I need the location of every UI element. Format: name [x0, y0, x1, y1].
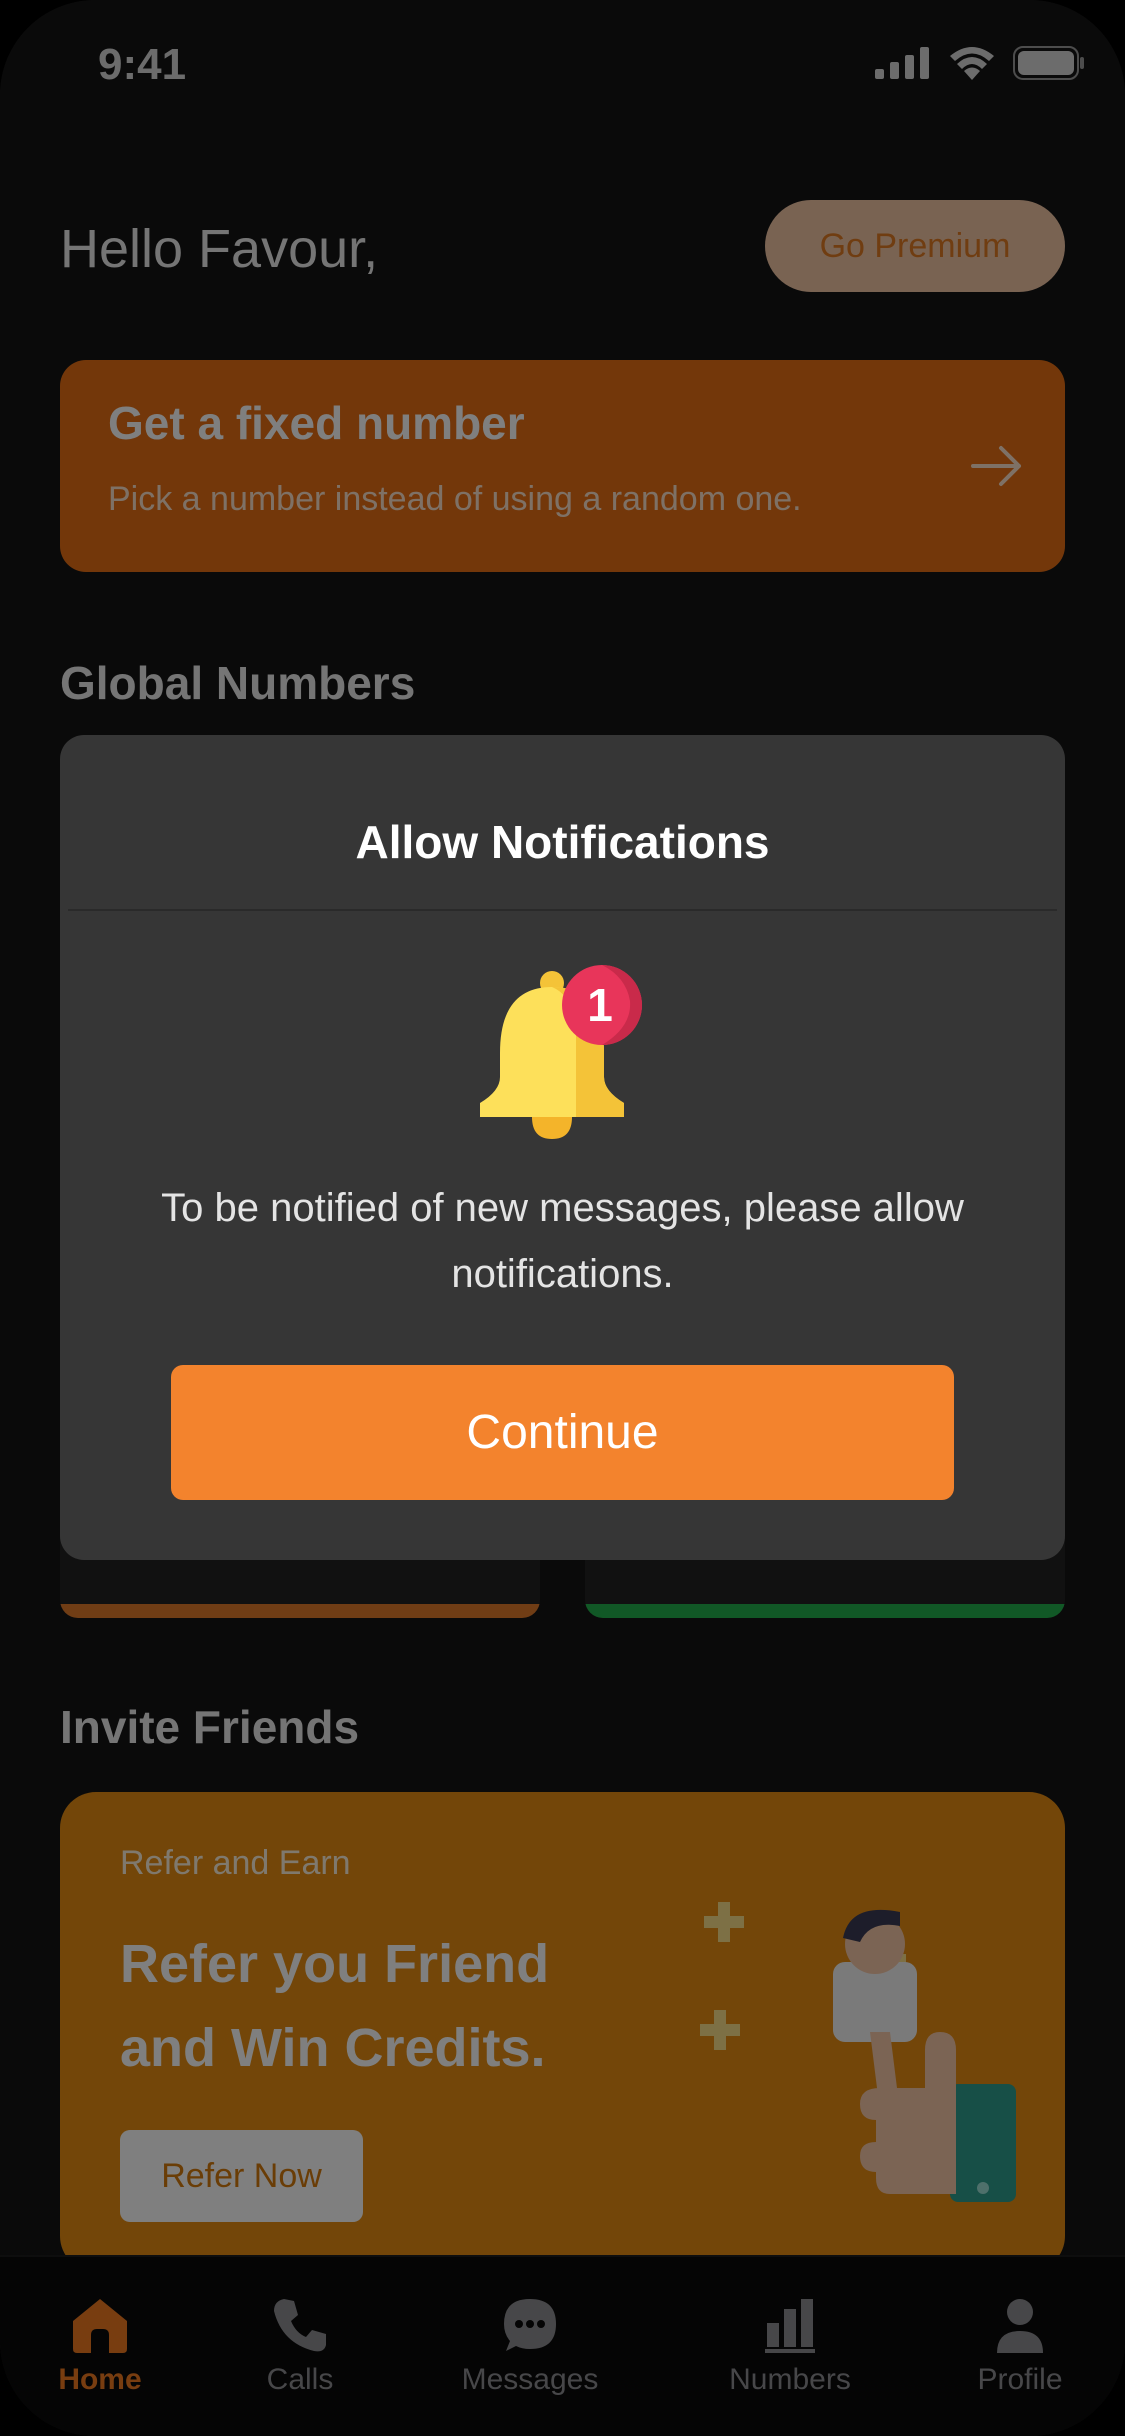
dialog-message: To be notified of new messages, please a… — [161, 1186, 964, 1296]
dialog-title: Allow Notifications — [355, 816, 770, 868]
dialog-divider — [68, 909, 1057, 911]
continue-button[interactable]: Continue — [171, 1365, 954, 1500]
notification-permission-dialog: Allow Notifications 1 To be notified of … — [60, 735, 1065, 1560]
phone-screen: 9:41 Hello Favour, Go Premium Get a fixe… — [0, 0, 1125, 2436]
badge-count: 1 — [587, 979, 613, 1031]
bell-notification-icon: 1 — [480, 965, 642, 1139]
